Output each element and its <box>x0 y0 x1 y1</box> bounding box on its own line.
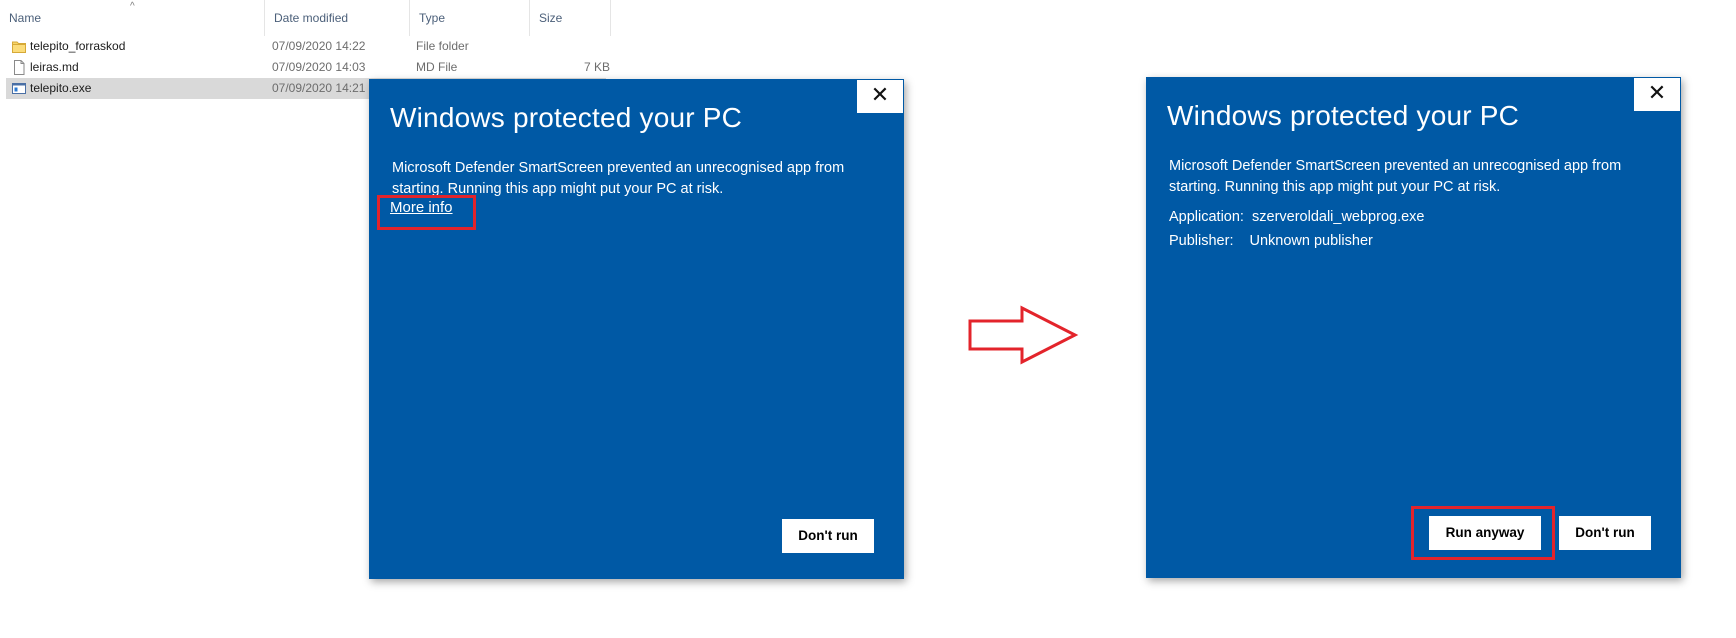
publisher-info: Publisher: Unknown publisher <box>1169 233 1373 249</box>
dialog-message: Microsoft Defender SmartScreen prevented… <box>1169 158 1622 195</box>
dont-run-button[interactable]: Don't run <box>1559 516 1651 550</box>
publisher-label: Publisher: <box>1169 233 1234 249</box>
file-name: telepito_forraskod <box>30 39 126 53</box>
column-header-name-label: Name <box>9 11 42 25</box>
file-date: 07/09/2020 14:22 <box>272 39 366 53</box>
publisher-value: Unknown publisher <box>1249 233 1373 249</box>
folder-icon <box>12 41 26 53</box>
file-name: leiras.md <box>30 60 79 74</box>
column-header-size-label: Size <box>539 11 563 25</box>
column-header-date-label: Date modified <box>274 11 349 25</box>
close-button[interactable]: ✕ <box>1634 78 1680 111</box>
file-date: 07/09/2020 14:03 <box>272 60 366 74</box>
close-button[interactable]: ✕ <box>857 80 903 113</box>
dont-run-button[interactable]: Don't run <box>782 519 874 553</box>
annotation-highlight-run-anyway <box>1411 506 1555 560</box>
file-row[interactable]: telepito_forraskod 07/09/2020 14:22 File… <box>6 36 606 57</box>
application-info: Application: szerveroldali_webprog.exe <box>1169 209 1425 225</box>
column-header-size[interactable]: Size <box>530 0 611 36</box>
close-icon: ✕ <box>870 83 890 108</box>
column-header-type[interactable]: Type <box>410 0 530 36</box>
file-name: telepito.exe <box>30 81 92 95</box>
annotation-highlight-more-info <box>377 195 476 230</box>
file-date: 07/09/2020 14:21 <box>272 81 366 95</box>
smartscreen-dialog-initial: ✕ Windows protected your PC Microsoft De… <box>369 79 904 579</box>
file-type: MD File <box>416 60 458 74</box>
file-size: 7 KB <box>583 60 610 74</box>
column-header-name[interactable]: Name ^ <box>0 0 265 36</box>
dialog-title: Windows protected your PC <box>1167 100 1520 131</box>
document-icon <box>14 60 25 75</box>
sort-ascending-icon: ^ <box>130 1 135 12</box>
file-size <box>550 36 610 57</box>
smartscreen-dialog-expanded: ✕ Windows protected your PC Microsoft De… <box>1146 77 1681 578</box>
column-header-type-label: Type <box>419 11 446 25</box>
file-row[interactable]: leiras.md 07/09/2020 14:03 MD File 7 KB <box>6 57 610 78</box>
close-icon: ✕ <box>1647 81 1667 106</box>
application-icon <box>12 83 26 94</box>
column-header-date[interactable]: Date modified <box>265 0 410 36</box>
application-value: szerveroldali_webprog.exe <box>1252 209 1425 225</box>
dialog-title: Windows protected your PC <box>390 102 743 133</box>
application-label: Application: <box>1169 209 1244 225</box>
dialog-message: Microsoft Defender SmartScreen prevented… <box>392 160 845 197</box>
file-type: File folder <box>416 39 469 53</box>
right-arrow-icon <box>968 305 1079 365</box>
